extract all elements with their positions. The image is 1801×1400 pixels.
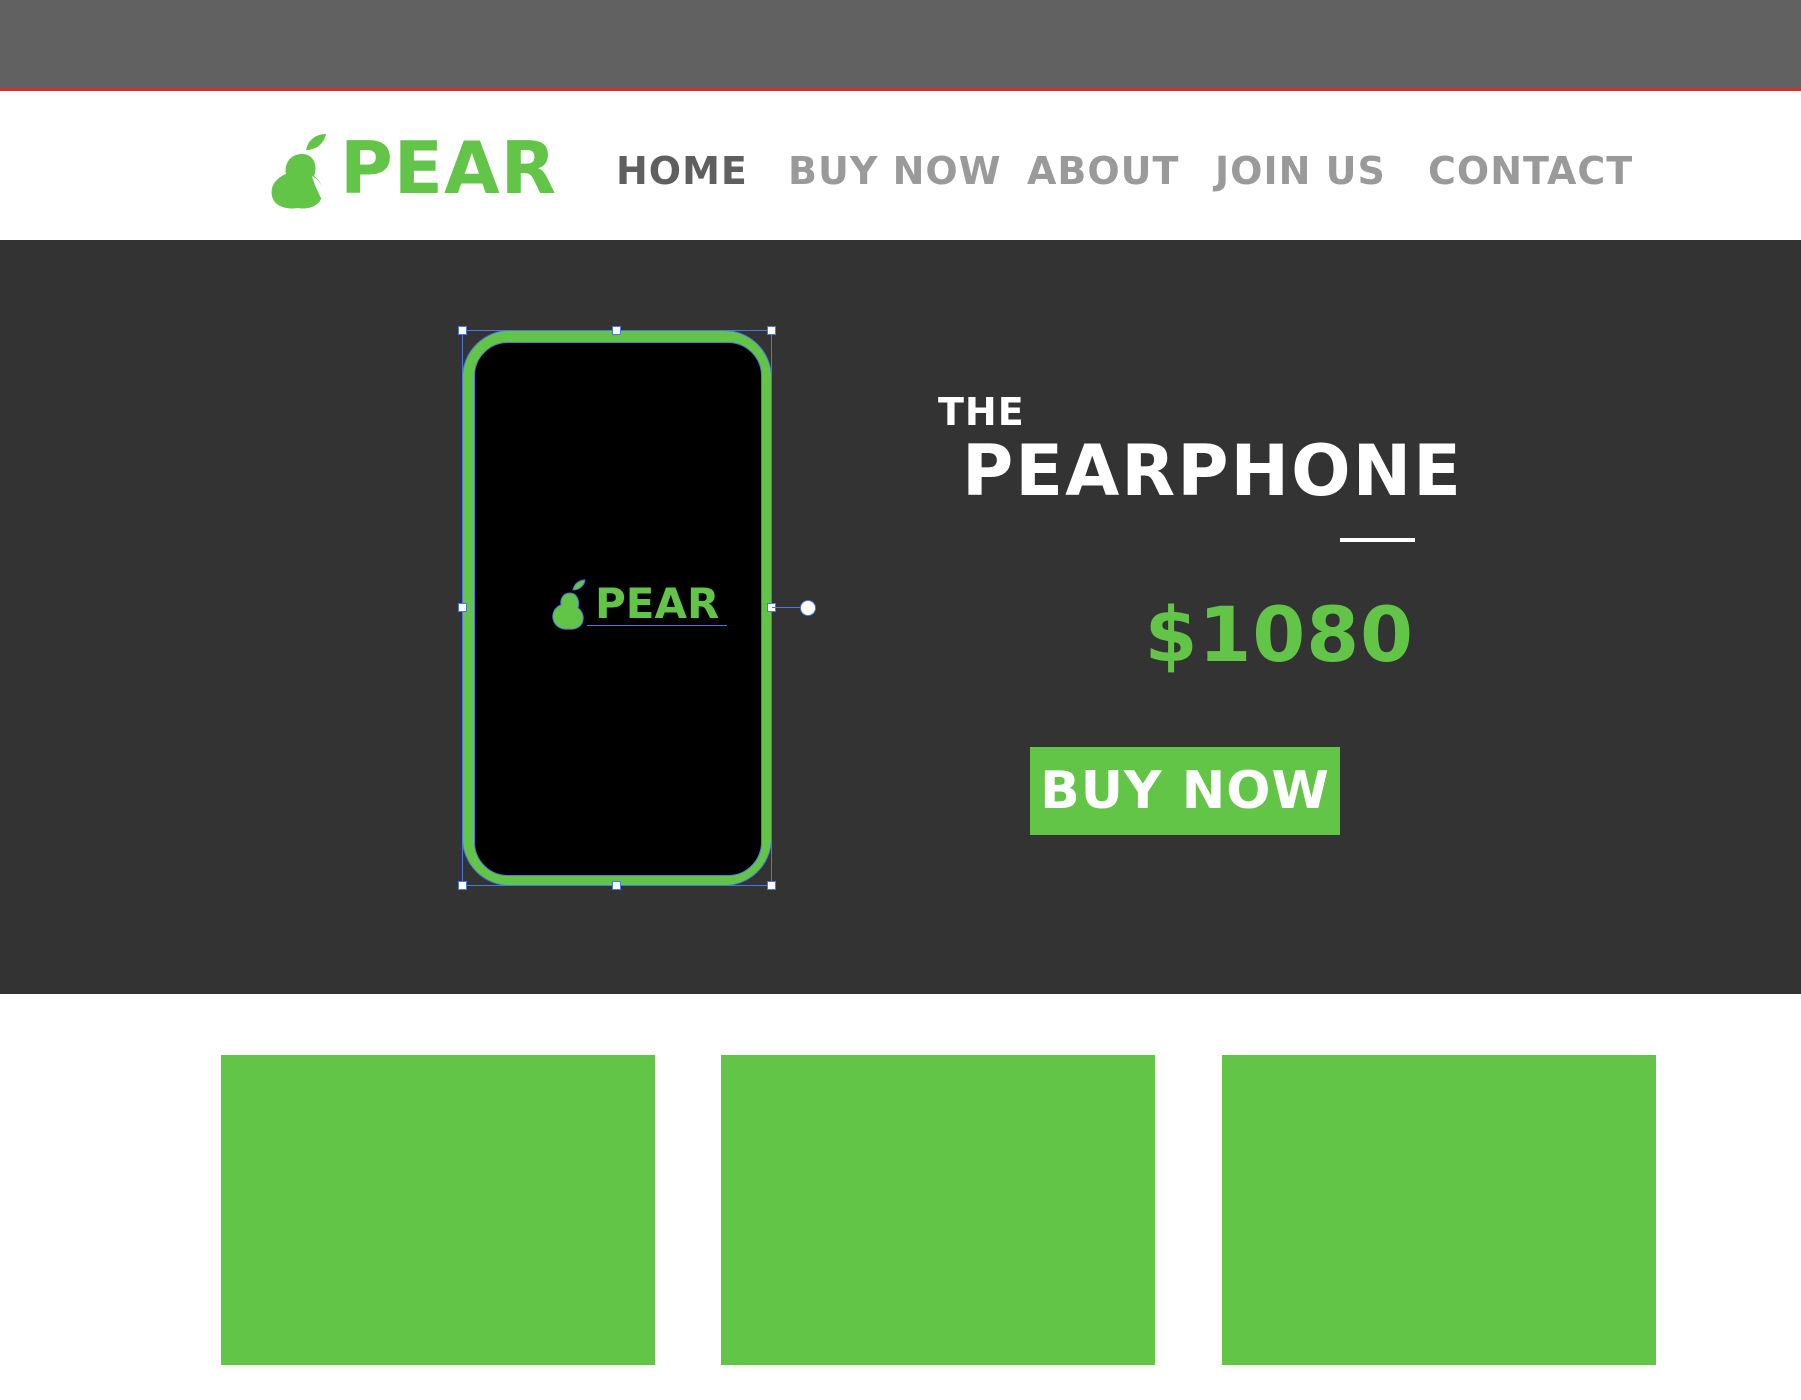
nav-about[interactable]: ABOUT	[1027, 146, 1179, 196]
buy-now-button[interactable]: BUY NOW	[1030, 747, 1340, 835]
resize-handle-top-left[interactable]	[458, 326, 467, 335]
phone-screen: PEAR	[474, 342, 762, 876]
product-title: PEARPHONE	[962, 430, 1463, 512]
resize-handle-bottom-right[interactable]	[767, 881, 776, 890]
phone-frame: PEAR	[462, 330, 772, 886]
feature-card[interactable]	[221, 1055, 655, 1365]
editor-top-bar	[0, 0, 1801, 91]
pear-icon	[552, 579, 586, 630]
site-header: PEAR HOME BUY NOW ABOUT JOIN US CONTACT	[0, 94, 1801, 240]
phone-mockup[interactable]: PEAR	[462, 330, 772, 886]
nav-buy-now[interactable]: BUY NOW	[788, 146, 1002, 196]
nav-contact[interactable]: CONTACT	[1428, 146, 1633, 196]
nav-home[interactable]: HOME	[616, 146, 748, 196]
feature-card[interactable]	[721, 1055, 1155, 1365]
feature-cards	[0, 994, 1801, 1400]
rotation-handle[interactable]	[800, 600, 816, 616]
phone-screen-logo[interactable]: PEAR	[551, 573, 727, 633]
hero-section: PEAR THE PEARPHONE $1080 BUY NOW	[0, 240, 1801, 994]
text-baseline-guide	[587, 625, 727, 626]
feature-card[interactable]	[1222, 1055, 1656, 1365]
title-underline	[1340, 538, 1415, 542]
nav-join-us[interactable]: JOIN US	[1215, 146, 1386, 196]
phone-logo-text: PEAR	[595, 579, 720, 628]
resize-handle-top-right[interactable]	[767, 326, 776, 335]
main-nav: HOME BUY NOW ABOUT JOIN US CONTACT	[0, 146, 1801, 196]
resize-handle-top[interactable]	[612, 326, 621, 335]
resize-handle-left[interactable]	[458, 603, 467, 612]
product-price: $1080	[1144, 590, 1414, 679]
resize-handle-bottom-left[interactable]	[458, 881, 467, 890]
resize-handle-bottom[interactable]	[612, 881, 621, 890]
product-info: THE PEARPHONE $1080 BUY NOW	[900, 390, 1461, 850]
